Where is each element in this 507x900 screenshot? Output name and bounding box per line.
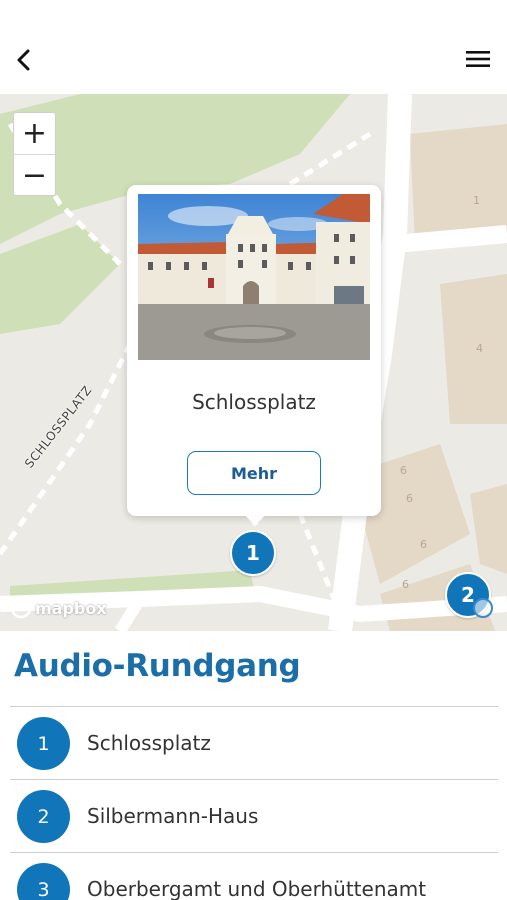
popup-photo <box>138 194 370 360</box>
popup-title: Schlossplatz <box>192 390 316 414</box>
zoom-out-button[interactable]: − <box>14 154 55 195</box>
stop-name: Schlossplatz <box>87 731 211 755</box>
mapbox-icon <box>10 597 32 619</box>
building-number: 4 <box>476 342 483 355</box>
stop-list: 1 Schlossplatz 2 Silbermann-Haus 3 Oberb… <box>10 706 498 900</box>
stop-name: Silbermann-Haus <box>87 804 259 828</box>
map-view[interactable]: 1 4 6 6 6 6 SCHLOSSPLATZ + − Schlossplat… <box>0 94 507 631</box>
building-number: 6 <box>400 464 407 477</box>
mapbox-logo[interactable]: mapbox <box>10 596 107 620</box>
list-item[interactable]: 2 Silbermann-Haus <box>10 779 498 852</box>
castle-photo-image <box>138 194 370 360</box>
map-marker-1[interactable]: 1 <box>230 530 276 576</box>
info-icon[interactable] <box>473 598 493 618</box>
hamburger-menu-icon <box>466 51 490 67</box>
list-item[interactable]: 3 Oberbergamt und Oberhüttenamt <box>10 852 498 900</box>
section-title: Audio-Rundgang <box>14 648 301 684</box>
list-item[interactable]: 1 Schlossplatz <box>10 706 498 779</box>
building-number: 6 <box>402 578 409 591</box>
map-popup: Schlossplatz Mehr <box>127 185 381 526</box>
zoom-control: + − <box>13 112 56 196</box>
stop-name: Oberbergamt und Oberhüttenamt <box>87 877 427 900</box>
stop-number-badge: 3 <box>17 863 70 900</box>
menu-button[interactable] <box>465 46 491 72</box>
stop-number-badge: 1 <box>17 717 70 770</box>
mapbox-logo-text: mapbox <box>35 598 107 618</box>
zoom-in-button[interactable]: + <box>14 113 55 154</box>
building-number: 1 <box>473 194 480 207</box>
building-number: 6 <box>406 492 413 505</box>
more-button[interactable]: Mehr <box>187 451 321 495</box>
app-header <box>0 0 507 94</box>
building-number: 6 <box>420 538 427 551</box>
chevron-left-icon <box>17 49 30 71</box>
stop-number-badge: 2 <box>17 790 70 843</box>
back-button[interactable] <box>10 44 38 76</box>
